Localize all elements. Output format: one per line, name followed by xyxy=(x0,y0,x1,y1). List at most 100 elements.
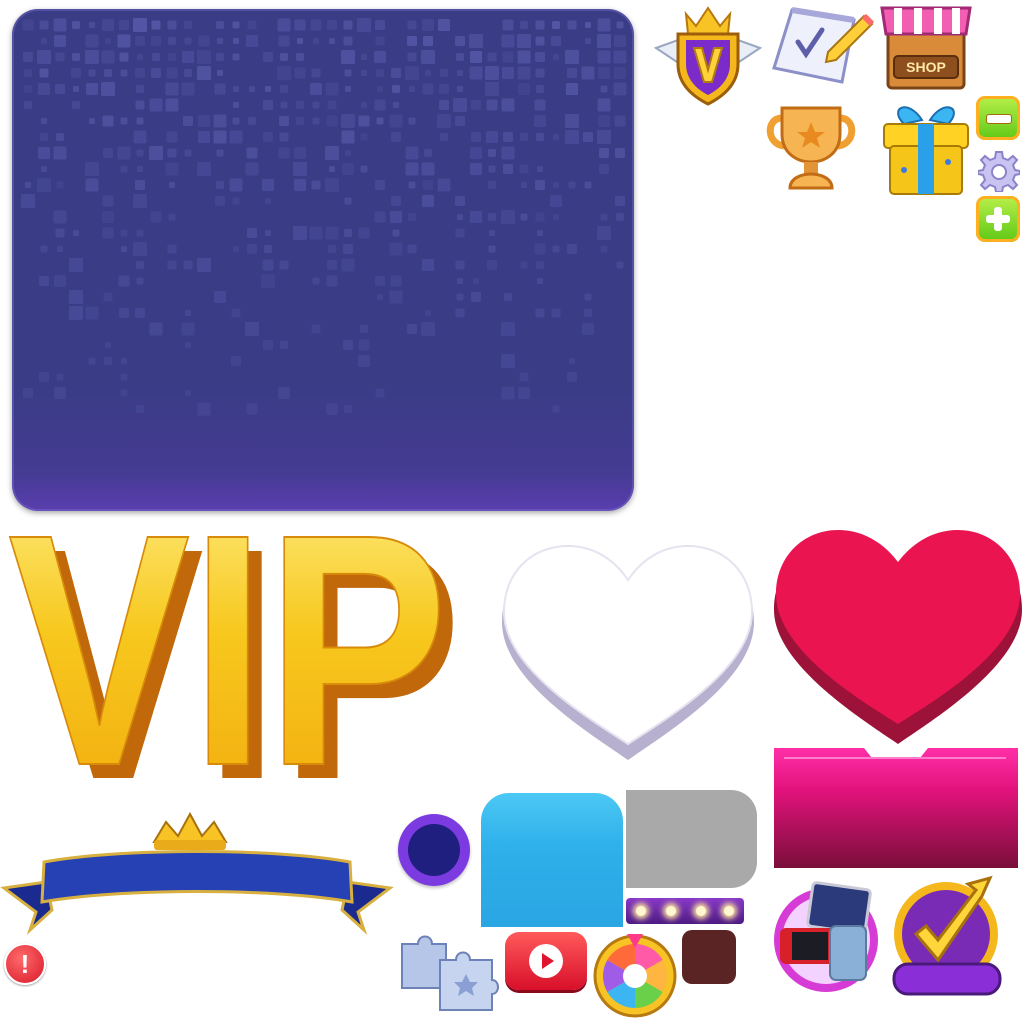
checkmark-arrow-icon[interactable] xyxy=(890,870,1008,1000)
pattern-square xyxy=(24,69,32,77)
pattern-square xyxy=(279,116,289,126)
pattern-square xyxy=(374,211,386,223)
prize-devices-icon[interactable] xyxy=(770,876,882,996)
youtube-play-icon[interactable] xyxy=(505,932,587,990)
pattern-square xyxy=(470,51,482,63)
pattern-square xyxy=(56,181,64,189)
pattern-square xyxy=(597,34,611,48)
pattern-square xyxy=(263,132,273,142)
lucky-wheel-icon[interactable] xyxy=(592,930,678,1018)
pattern-square xyxy=(105,342,111,348)
plus-icon[interactable] xyxy=(976,196,1020,242)
task-clipboard-icon[interactable] xyxy=(768,2,876,84)
alert-icon[interactable]: ! xyxy=(4,943,46,985)
pattern-square xyxy=(455,260,465,270)
pattern-square xyxy=(486,99,498,111)
pattern-square xyxy=(421,162,435,176)
pattern-square xyxy=(247,244,257,254)
pattern-square xyxy=(294,67,306,79)
pattern-square xyxy=(455,228,465,238)
pattern-square xyxy=(535,36,545,46)
pattern-square xyxy=(437,178,451,192)
shop-stall-icon[interactable]: SHOP xyxy=(878,0,974,92)
pattern-square xyxy=(328,245,336,253)
pattern-square xyxy=(165,162,179,176)
pattern-square xyxy=(521,182,527,188)
pattern-square xyxy=(167,244,177,254)
gift-box-icon[interactable] xyxy=(878,96,974,198)
pattern-square xyxy=(455,116,465,126)
pattern-square xyxy=(55,52,65,62)
pattern-square xyxy=(120,373,128,381)
pattern-square xyxy=(89,22,95,28)
pattern-square xyxy=(263,340,273,350)
pattern-square xyxy=(293,226,307,240)
pattern-square xyxy=(198,131,210,143)
pattern-square xyxy=(325,146,339,160)
pattern-square xyxy=(312,277,320,285)
vip-shield-icon[interactable] xyxy=(650,0,766,108)
pattern-square xyxy=(408,181,416,189)
pattern-square xyxy=(197,402,211,416)
pattern-square xyxy=(135,308,145,318)
trophy-icon[interactable] xyxy=(762,98,860,196)
pattern-square xyxy=(55,84,65,94)
pattern-square xyxy=(167,148,177,158)
pattern-square xyxy=(455,196,465,206)
pattern-square xyxy=(597,50,611,64)
pattern-square xyxy=(553,54,559,60)
purple-circle-button[interactable] xyxy=(398,814,470,886)
pattern-square xyxy=(536,133,544,141)
pattern-square xyxy=(73,230,79,236)
pattern-square xyxy=(263,100,273,110)
pattern-square xyxy=(470,147,482,159)
pattern-square xyxy=(360,133,368,141)
pattern-square xyxy=(197,258,211,272)
pattern-square xyxy=(133,18,147,32)
pattern-square xyxy=(389,114,403,128)
pattern-square xyxy=(581,66,595,80)
pattern-square xyxy=(405,162,419,176)
pattern-square xyxy=(182,51,194,63)
minus-icon[interactable] xyxy=(976,96,1020,140)
pattern-square xyxy=(72,21,80,29)
pattern-square xyxy=(390,211,402,223)
pattern-square xyxy=(599,164,609,174)
pattern-square xyxy=(584,293,592,301)
pattern-square xyxy=(551,36,561,46)
pattern-square xyxy=(471,292,481,302)
pattern-square xyxy=(137,54,143,60)
pattern-square xyxy=(485,66,499,80)
pattern-square xyxy=(232,197,240,205)
light-bulb xyxy=(724,906,734,916)
pattern-square xyxy=(229,178,243,192)
pattern-square xyxy=(407,36,417,46)
pattern-square xyxy=(613,82,627,96)
pattern-square xyxy=(278,147,290,159)
pattern-square xyxy=(361,102,367,108)
pattern-square xyxy=(312,117,320,125)
pattern-square xyxy=(165,98,179,112)
pattern-square xyxy=(455,308,465,318)
pattern-square xyxy=(40,133,48,141)
pattern-square xyxy=(213,130,227,144)
gear-icon[interactable] xyxy=(978,150,1020,192)
pattern-square xyxy=(520,261,528,269)
pattern-square xyxy=(501,98,515,112)
light-bulb xyxy=(636,906,646,916)
puzzle-pieces-icon[interactable] xyxy=(396,930,500,1014)
pattern-square xyxy=(312,101,320,109)
pattern-square xyxy=(535,52,545,62)
pattern-square xyxy=(197,50,211,64)
pattern-square xyxy=(135,100,145,110)
pattern-square xyxy=(471,132,481,142)
pattern-square xyxy=(488,213,496,221)
pattern-square xyxy=(520,21,528,29)
pattern-square xyxy=(54,275,66,287)
pattern-square xyxy=(216,53,224,61)
pattern-square xyxy=(391,68,401,78)
pattern-square xyxy=(133,194,147,208)
pattern-square xyxy=(439,100,449,110)
pattern-square xyxy=(567,20,577,30)
pattern-square xyxy=(53,210,67,224)
